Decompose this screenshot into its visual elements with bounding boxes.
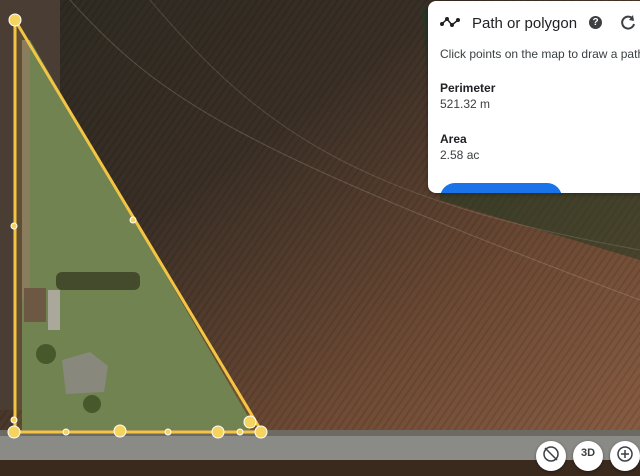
panel-header: Path or polygon ? xyxy=(428,1,640,43)
area-label: Area xyxy=(440,132,467,146)
compass-icon[interactable] xyxy=(536,441,566,471)
instructions-text: Click points on the map to draw a path o xyxy=(440,47,640,61)
perimeter-label: Perimeter xyxy=(440,81,496,95)
zoom-icon[interactable] xyxy=(610,441,640,471)
perimeter-value: 521.32 m xyxy=(440,97,491,111)
action-button[interactable] xyxy=(440,183,562,193)
panel-title: Path or polygon xyxy=(472,15,578,32)
3d-toggle-button[interactable]: 3D xyxy=(573,441,603,471)
area-value: 2.58 ac xyxy=(440,148,480,162)
zoom-icon xyxy=(617,446,633,462)
refresh-icon[interactable] xyxy=(618,13,638,33)
measure-panel: Path or polygon ? Click points on the ma… xyxy=(428,1,640,193)
path-polygon-icon xyxy=(440,17,460,27)
compass-icon xyxy=(543,446,559,462)
help-icon[interactable]: ? xyxy=(589,16,602,29)
